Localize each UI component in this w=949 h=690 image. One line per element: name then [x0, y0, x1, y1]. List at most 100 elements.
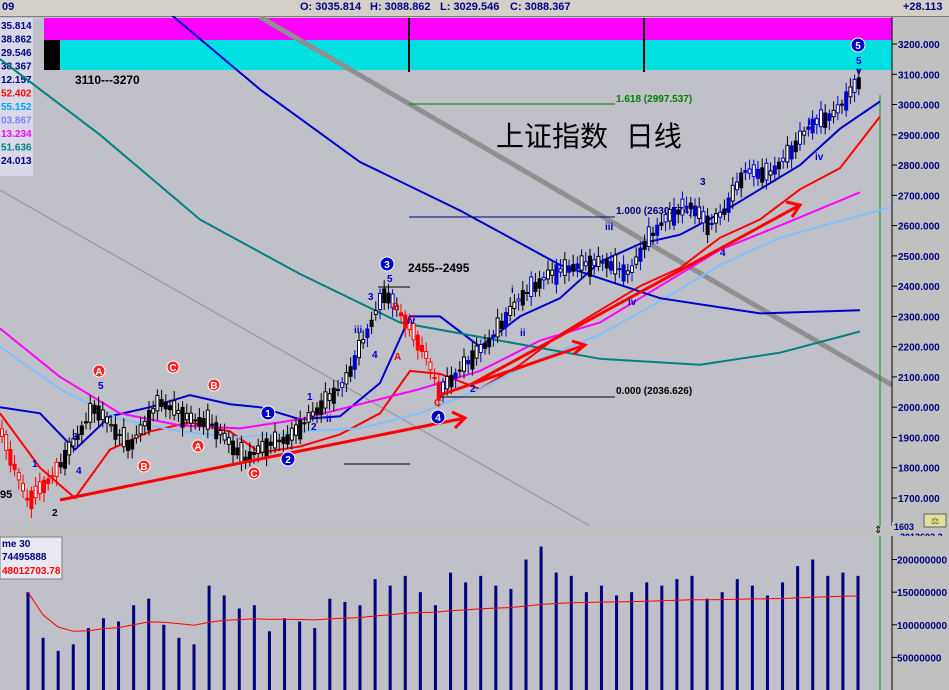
fib-1000-label: 1.000 (2630.574)	[616, 206, 692, 217]
candle-body	[428, 361, 433, 371]
candle-body	[554, 264, 559, 285]
wave-circle-2-text: 2	[285, 455, 291, 466]
panel-divider[interactable]	[0, 526, 949, 534]
candle-body	[483, 343, 487, 349]
candle-body	[751, 164, 756, 178]
candle-body	[474, 345, 479, 359]
price-tick-label: 2500.000	[898, 252, 940, 263]
candle-body	[840, 103, 844, 106]
candle-body	[348, 366, 353, 377]
candle-body	[588, 255, 592, 277]
candle-body	[310, 411, 315, 417]
candle-body	[558, 268, 563, 273]
candle-body	[453, 372, 458, 379]
volume-bar	[26, 592, 30, 690]
candle-body	[147, 410, 151, 431]
candle-body	[357, 339, 361, 359]
legend-value: 38.862	[1, 35, 32, 46]
candle-body	[630, 265, 634, 273]
candle-body	[344, 372, 349, 385]
volume-value-1: 74495888	[2, 552, 47, 563]
candle-body	[638, 247, 643, 262]
candle-body	[701, 211, 706, 224]
price-tick-label: 2800.000	[898, 161, 940, 172]
volume-bar	[479, 575, 483, 690]
legend-value: 55.152	[1, 102, 32, 113]
candle-body	[96, 405, 101, 421]
candle-body	[642, 241, 647, 250]
candle-body	[856, 77, 861, 90]
wave-circle-3-text: 3	[384, 260, 390, 271]
price-tick-label: 2100.000	[898, 373, 940, 384]
candle-body	[592, 259, 597, 266]
candle-body	[168, 405, 172, 411]
price-tick-label: 3100.000	[898, 70, 940, 81]
candle-body	[369, 319, 374, 328]
candle-body	[252, 451, 256, 455]
volume-bar	[132, 605, 136, 690]
range-mid-label: 2455--2495	[408, 261, 470, 275]
candle-body	[562, 259, 567, 276]
candle-body	[529, 276, 534, 298]
candle-body	[525, 291, 529, 294]
candle-body	[197, 416, 202, 427]
volume-bar	[524, 559, 528, 690]
chart-title: 上证指数 日线	[496, 120, 682, 153]
wave-iv-right: iv	[628, 297, 637, 308]
volume-tick-label: 50000000	[897, 653, 942, 664]
wave-ii-mid: ii	[326, 414, 332, 425]
candle-body	[802, 130, 807, 136]
wave-5-small: 5	[98, 381, 104, 392]
candle-body	[302, 422, 307, 425]
price-tick-label: 1700.000	[898, 494, 940, 505]
price-tick-label: 2200.000	[898, 343, 940, 354]
candle-body	[709, 222, 714, 225]
candle-body	[441, 381, 445, 394]
candle-body	[37, 481, 42, 495]
candle-body	[495, 317, 500, 338]
volume-bar	[207, 585, 211, 690]
candle-body	[378, 292, 382, 311]
candle-body	[462, 356, 466, 372]
volume-bar	[811, 559, 815, 690]
candle-body	[113, 424, 118, 440]
candle-body	[273, 431, 277, 449]
candle-body	[231, 440, 235, 456]
legend-value: 24.013	[1, 156, 32, 167]
wave-2-small: 2	[52, 508, 58, 519]
candle-body	[604, 259, 609, 269]
candle-body	[235, 447, 240, 456]
band-black-block	[44, 40, 60, 70]
wave-4-right: 4	[720, 248, 726, 259]
wave-4-mid: 4	[372, 350, 378, 361]
candle-body	[159, 398, 164, 407]
price-tick-label: 3200.000	[898, 40, 940, 51]
candle-body	[268, 441, 273, 446]
band-cyan	[44, 40, 892, 70]
volume-bar	[388, 585, 392, 690]
panel-resize-icon[interactable]: ⇕	[874, 525, 882, 536]
candle-body	[609, 261, 613, 271]
volume-bar	[433, 605, 437, 690]
candle-body	[180, 406, 185, 428]
wave-letter-A-2-text: A	[194, 442, 201, 453]
wave-letter-B-2-text: B	[210, 381, 217, 392]
fib-1618-label: 1.618 (2997.537)	[616, 94, 692, 105]
legend-value: 35.814	[1, 21, 32, 32]
candle-body	[504, 312, 508, 328]
candle-body	[579, 255, 584, 271]
legend-value: 51.636	[1, 143, 32, 154]
candle-body	[424, 351, 429, 359]
candle-body	[819, 109, 823, 128]
candle-body	[399, 312, 403, 317]
volume-bar	[841, 572, 845, 690]
volume-bar	[252, 605, 256, 690]
volume-bar	[283, 618, 287, 690]
candle-body	[163, 401, 168, 410]
wave-circle-5-top-text: 5	[855, 41, 861, 52]
candle-body	[373, 310, 378, 315]
volume-bar	[630, 592, 634, 690]
volume-bar	[615, 595, 619, 690]
candle-body	[432, 376, 437, 380]
candle-body	[600, 261, 605, 264]
